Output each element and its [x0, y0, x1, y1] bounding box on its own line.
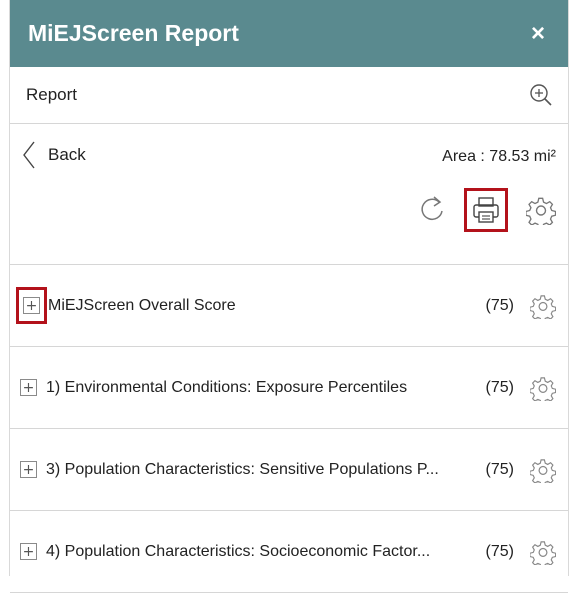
gear-icon[interactable] [529, 539, 557, 568]
back-chevron-icon [23, 141, 35, 169]
print-button[interactable] [464, 188, 508, 232]
refresh-icon[interactable] [420, 193, 446, 227]
expand-plus-icon[interactable]: + [23, 297, 40, 314]
gear-icon[interactable] [529, 375, 557, 404]
report-toolbar: Back Area : 78.53 mi² [10, 124, 568, 265]
item-count: (75) [485, 542, 514, 560]
item-label: 1) Environmental Conditions: Exposure Pe… [46, 378, 408, 396]
close-icon[interactable]: × [526, 20, 550, 48]
item-label: 3) Population Characteristics: Sensitive… [46, 460, 439, 478]
back-label: Back [48, 145, 86, 164]
item-label: MiEJScreen Overall Score [48, 296, 236, 314]
expand-highlight: + [16, 287, 47, 324]
expand-plus-icon[interactable]: + [20, 379, 37, 396]
list-item[interactable]: + 3) Population Characteristics: Sensiti… [10, 429, 568, 511]
report-subheader: Report [10, 67, 568, 124]
expand-plus-icon[interactable]: + [20, 461, 37, 478]
report-label: Report [26, 85, 78, 104]
gear-icon[interactable] [529, 293, 557, 322]
settings-gear-icon[interactable] [526, 195, 556, 225]
item-count: (75) [485, 460, 514, 478]
list-item[interactable]: + 4) Population Characteristics: Socioec… [10, 511, 568, 593]
back-button[interactable]: Back [22, 140, 86, 170]
toolbar-icons [420, 188, 556, 232]
list-item[interactable]: + MiEJScreen Overall Score (75) [10, 265, 568, 347]
area-readout: Area : 78.53 mi² [442, 148, 556, 165]
print-icon [473, 197, 499, 223]
item-count: (75) [485, 378, 514, 396]
gear-icon[interactable] [529, 457, 557, 486]
zoom-in-icon[interactable] [528, 82, 554, 108]
item-label: 4) Population Characteristics: Socioecon… [46, 542, 431, 560]
report-panel: MiEJScreen Report × Report Back Area : 7… [9, 0, 569, 593]
list-item[interactable]: + 1) Environmental Conditions: Exposure … [10, 347, 568, 429]
expand-plus-icon[interactable]: + [20, 543, 37, 560]
panel-title: MiEJScreen Report [28, 20, 239, 46]
title-bar: MiEJScreen Report × [10, 0, 568, 67]
item-count: (75) [485, 296, 514, 314]
